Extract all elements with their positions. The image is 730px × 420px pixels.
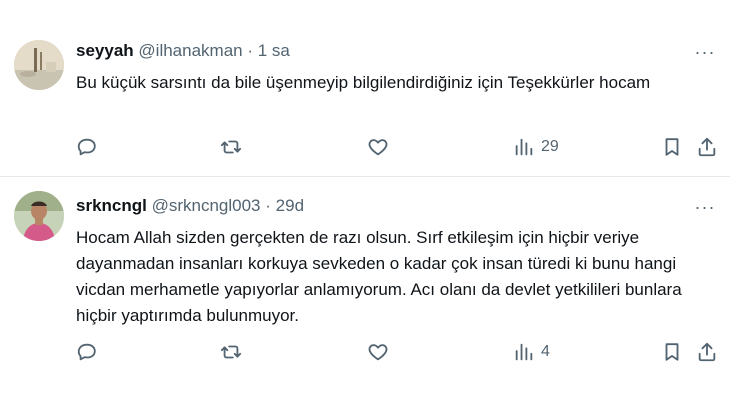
display-name[interactable]: srkncngl [76,196,147,215]
share-button[interactable] [696,134,718,160]
avatar[interactable] [14,40,64,90]
reply-button[interactable] [76,134,98,160]
bookmark-icon [665,343,679,361]
user-handle[interactable]: @srkncngl003 [152,196,261,215]
tweet-header: seyyah @ilhanakman · 1 sa [76,41,290,61]
tweet[interactable]: seyyah @ilhanakman · 1 sa ··· Bu küçük s… [0,0,730,177]
more-options-icon[interactable]: ··· [694,41,716,63]
reply-icon [77,343,96,361]
reply-icon [77,138,96,156]
display-name[interactable]: seyyah [76,41,134,60]
retweet-button[interactable] [220,339,242,365]
bookmark-icon [665,138,679,156]
avatar[interactable] [14,191,64,241]
bookmark-button[interactable] [661,339,683,365]
like-button[interactable] [367,339,389,365]
views-count: 4 [541,343,550,360]
share-button[interactable] [696,339,718,365]
views-icon [515,138,533,156]
views-button[interactable]: 29 [513,134,559,160]
bookmark-button[interactable] [661,134,683,160]
retweet-icon [220,345,242,359]
user-handle[interactable]: @ilhanakman [138,41,242,60]
views-button[interactable]: 4 [513,339,550,365]
timestamp[interactable]: 29d [276,196,304,215]
like-icon [368,344,388,361]
like-button[interactable] [367,134,389,160]
avatar-image [14,40,64,90]
retweet-button[interactable] [220,134,242,160]
share-icon [698,342,716,362]
views-icon [515,343,533,361]
avatar-image [14,191,64,241]
share-icon [698,137,716,157]
tweet-text: Bu küçük sarsıntı da bile üşenmeyip bilg… [76,73,651,92]
like-icon [368,139,388,156]
reply-button[interactable] [76,339,98,365]
tweet-text: Hocam Allah sizden gerçekten de razı ols… [76,228,682,325]
tweet[interactable]: srkncngl @srkncngl003 · 29d ··· Hocam Al… [0,177,730,420]
separator-dot: · [265,196,271,215]
more-options-icon[interactable]: ··· [694,196,716,218]
separator-dot: · [247,41,254,60]
timestamp[interactable]: 1 sa [258,41,290,60]
views-count: 29 [541,138,559,155]
tweet-header: srkncngl @srkncngl003 · 29d [76,196,304,216]
tweet-actions: 29 [76,134,724,160]
retweet-icon [220,140,242,154]
tweet-actions: 4 [76,339,724,365]
